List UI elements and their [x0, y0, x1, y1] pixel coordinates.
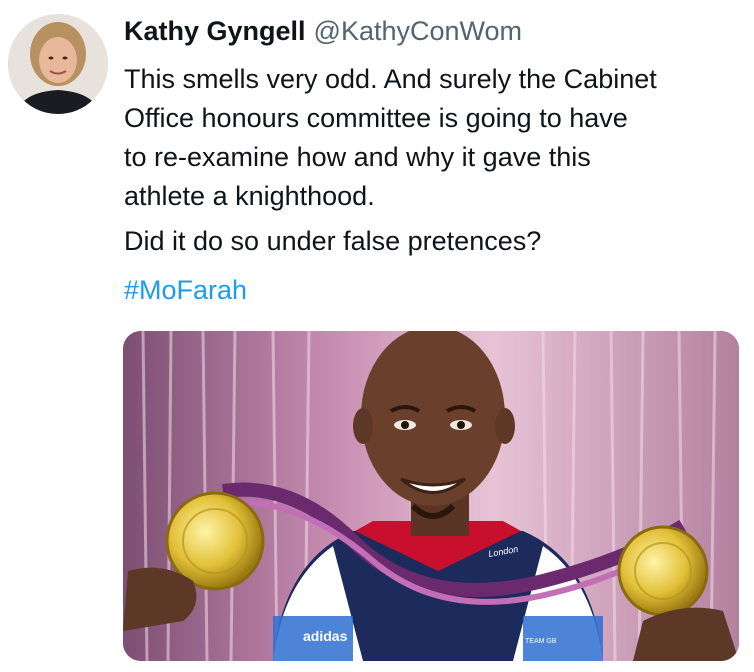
author-handle[interactable]: @KathyConWom — [314, 16, 523, 46]
gold-medal-right — [617, 525, 709, 617]
tweet-paragraph: This smells very odd. And surely the Cab… — [124, 64, 657, 211]
tweet-paragraph: Did it do so under false pretences? — [124, 226, 542, 256]
tweet-media-photo[interactable]: adidas TEAM GB London — [123, 331, 739, 661]
author-name[interactable]: Kathy Gyngell — [124, 16, 306, 46]
kit-brand-logo: adidas — [303, 628, 348, 644]
athlete-head — [361, 331, 505, 506]
tweet-body: This smells very odd. And surely the Cab… — [124, 60, 734, 310]
athlete-photo: adidas TEAM GB London — [123, 331, 739, 661]
team-badge: TEAM GB — [525, 638, 557, 645]
tweet-header: Kathy Gyngell @KathyConWom — [124, 14, 522, 48]
author-avatar[interactable] — [8, 14, 108, 114]
hashtag-link[interactable]: #MoFarah — [124, 271, 247, 310]
avatar-image — [8, 14, 108, 114]
tweet: Kathy Gyngell @KathyConWom This smells ve… — [0, 0, 754, 672]
